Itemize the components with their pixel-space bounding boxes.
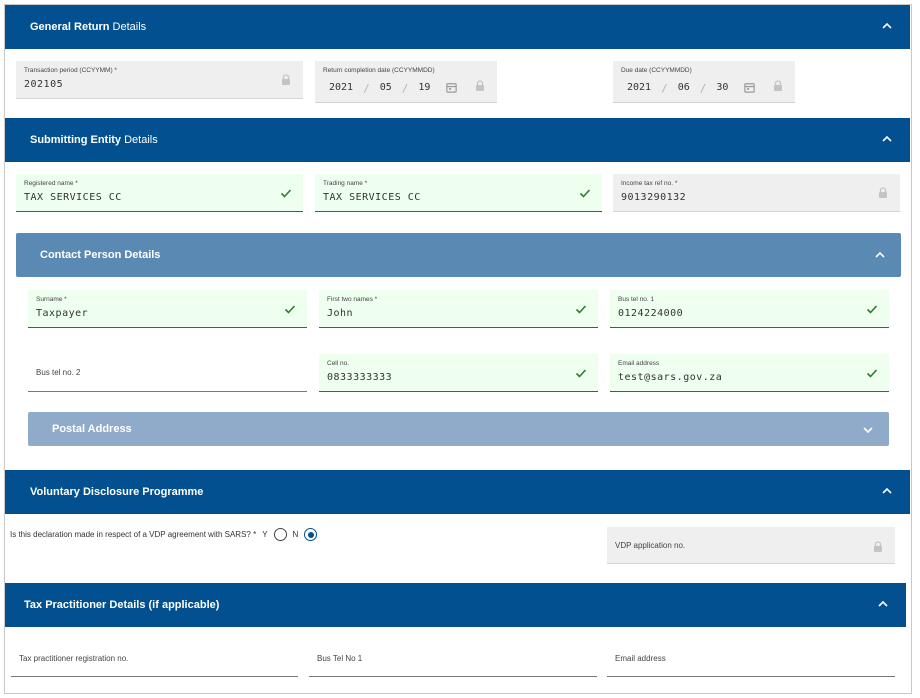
date-year: 2021 xyxy=(329,82,354,93)
email-value[interactable]: test@sars.gov.za xyxy=(618,372,722,383)
check-icon xyxy=(575,305,587,314)
email-field[interactable]: Email address test@sars.gov.za xyxy=(610,354,889,392)
income-tax-ref-value: 9013290132 xyxy=(621,192,687,203)
check-icon xyxy=(579,189,591,198)
general-return-title-bold: General Return xyxy=(30,21,110,33)
general-return-header[interactable]: General Return Details xyxy=(5,5,910,49)
vdp-radio-n[interactable] xyxy=(304,528,318,541)
first-two-names-value[interactable]: John xyxy=(327,308,353,319)
date-separator: / xyxy=(363,82,370,95)
vdp-question-row: Is this declaration made in respect of a… xyxy=(10,528,318,541)
registered-name-label: Registered name * xyxy=(24,180,78,187)
due-date-label: Due date (CCYYMMDD) xyxy=(621,67,692,74)
date-year: 2021 xyxy=(627,82,652,93)
vdp-application-no-placeholder: VDP application no. xyxy=(615,541,686,550)
date-month: 06 xyxy=(677,82,690,93)
postal-address-header[interactable]: Postal Address xyxy=(28,412,889,446)
chevron-down-icon[interactable] xyxy=(861,423,875,437)
radio-selected-dot xyxy=(307,531,314,538)
first-two-names-field[interactable]: First two names * John xyxy=(319,290,598,328)
return-completion-date-value: 2021 / 05 / 19 xyxy=(329,82,430,95)
check-icon xyxy=(866,369,878,378)
bus-tel-1-field[interactable]: Bus tel no. 1 0124224000 xyxy=(610,290,889,328)
postal-address-title: Postal Address xyxy=(52,423,132,435)
registered-name-value[interactable]: TAX SERVICES CC xyxy=(24,192,122,203)
bus-tel-2-placeholder: Bus tel no. 2 xyxy=(36,368,81,377)
lock-icon xyxy=(282,74,290,85)
due-date-field: Due date (CCYYMMDD) 2021 / 06 / 30 xyxy=(613,61,795,103)
tax-practitioner-title: Tax Practitioner Details (if applicable) xyxy=(24,599,220,611)
lock-icon xyxy=(774,80,782,91)
date-day: 19 xyxy=(418,82,431,93)
chevron-up-icon[interactable] xyxy=(880,19,894,33)
date-separator: / xyxy=(401,82,409,95)
transaction-period-field: Transaction period (CCYYMM) * 202105 xyxy=(16,61,303,99)
check-icon xyxy=(284,305,296,314)
submitting-entity-title-bold: Submitting Entity xyxy=(30,134,122,146)
due-date-value: 2021 / 06 / 30 xyxy=(627,82,728,95)
calendar-icon xyxy=(446,83,457,93)
tax-practitioner-registration-placeholder: Tax practitioner registration no. xyxy=(19,654,129,663)
tax-practitioner-bus-tel-placeholder: Bus Tel No 1 xyxy=(317,654,363,663)
trading-name-value[interactable]: TAX SERVICES CC xyxy=(323,192,421,203)
return-completion-date-field: Return completion date (CCYYMMDD) 2021 /… xyxy=(315,61,497,103)
surname-field[interactable]: Surname * Taxpayer xyxy=(28,290,307,328)
vdp-option-n-label: N xyxy=(292,530,299,539)
check-icon xyxy=(575,369,587,378)
vdp-header[interactable]: Voluntary Disclosure Programme xyxy=(5,470,910,514)
tax-practitioner-header[interactable]: Tax Practitioner Details (if applicable) xyxy=(5,583,906,627)
cell-no-field[interactable]: Cell no. 0833333333 xyxy=(319,354,598,392)
surname-value[interactable]: Taxpayer xyxy=(36,308,88,319)
cell-no-label: Cell no. xyxy=(327,360,350,367)
chevron-up-icon[interactable] xyxy=(880,484,894,498)
tax-practitioner-email-field[interactable]: Email address xyxy=(607,639,895,677)
chevron-up-icon[interactable] xyxy=(880,132,894,146)
contact-person-header[interactable]: Contact Person Details xyxy=(16,233,901,277)
lock-icon xyxy=(874,541,882,552)
calendar-icon xyxy=(744,83,755,93)
trading-name-field[interactable]: Trading name * TAX SERVICES CC xyxy=(315,174,602,212)
bus-tel-1-label: Bus tel no. 1 xyxy=(618,296,655,303)
submitting-entity-title-rest: Details xyxy=(121,134,158,146)
lock-icon xyxy=(879,187,887,198)
income-tax-ref-label: Income tax ref no. * xyxy=(621,180,678,187)
vdp-application-no-field: VDP application no. xyxy=(607,527,895,564)
date-month: 05 xyxy=(379,82,392,93)
bus-tel-1-value[interactable]: 0124224000 xyxy=(618,308,683,319)
bus-tel-2-field[interactable]: Bus tel no. 2 xyxy=(28,354,307,392)
surname-label: Surname * xyxy=(36,296,67,303)
contact-person-title: Contact Person Details xyxy=(40,249,161,261)
return-completion-date-label: Return completion date (CCYYMMDD) xyxy=(323,67,435,74)
cell-no-value[interactable]: 0833333333 xyxy=(327,372,392,383)
trading-name-label: Trading name * xyxy=(323,180,368,187)
date-separator: / xyxy=(699,82,707,95)
check-icon xyxy=(866,305,878,314)
vdp-option-y-label: Y xyxy=(262,530,268,539)
registered-name-field[interactable]: Registered name * TAX SERVICES CC xyxy=(16,174,303,212)
transaction-period-value: 202105 xyxy=(24,79,64,90)
general-return-title-rest: Details xyxy=(109,21,147,33)
lock-icon xyxy=(476,80,484,91)
vdp-radio-y[interactable] xyxy=(273,528,287,541)
email-label: Email address xyxy=(618,360,660,367)
chevron-up-icon[interactable] xyxy=(876,597,890,611)
vdp-title: Voluntary Disclosure Programme xyxy=(30,486,204,498)
tax-practitioner-email-placeholder: Email address xyxy=(615,654,666,663)
tax-practitioner-registration-field[interactable]: Tax practitioner registration no. xyxy=(11,639,298,677)
submitting-entity-header[interactable]: Submitting Entity Details xyxy=(5,118,910,162)
check-icon xyxy=(280,189,292,198)
tax-practitioner-bus-tel-field[interactable]: Bus Tel No 1 xyxy=(309,639,597,677)
vdp-question-label: Is this declaration made in respect of a… xyxy=(10,530,257,539)
transaction-period-label: Transaction period (CCYYMM) * xyxy=(24,67,117,74)
chevron-up-icon[interactable] xyxy=(873,248,887,262)
date-day: 30 xyxy=(716,82,729,93)
first-two-names-label: First two names * xyxy=(327,296,378,303)
income-tax-ref-field: Income tax ref no. * 9013290132 xyxy=(613,174,900,212)
date-separator: / xyxy=(661,82,668,95)
